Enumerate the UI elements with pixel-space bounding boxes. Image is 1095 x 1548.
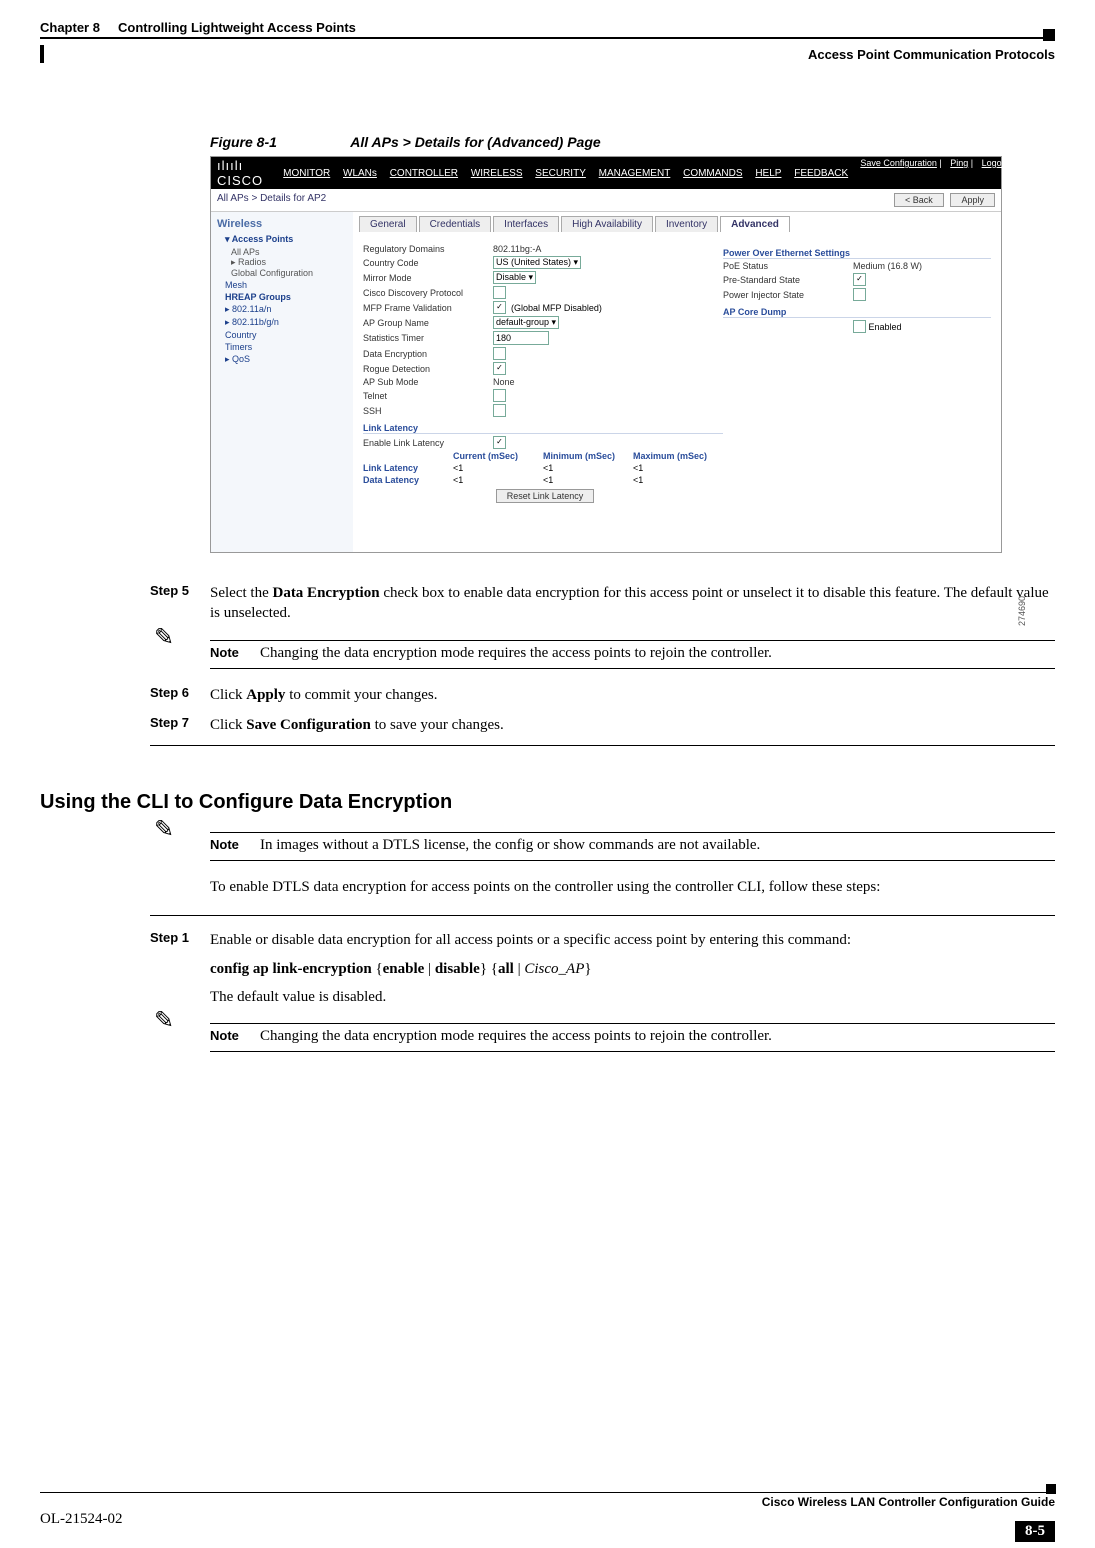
cdp-checkbox[interactable] (493, 286, 506, 299)
end-rule (150, 745, 1055, 746)
back-button[interactable]: < Back (894, 193, 944, 207)
ssh-checkbox[interactable] (493, 404, 506, 417)
telnet-checkbox[interactable] (493, 389, 506, 402)
tab-advanced[interactable]: Advanced (720, 216, 790, 232)
step-5: Step 5 Select the Data Encryption check … (150, 583, 1055, 624)
page-subheader: Access Point Communication Protocols (40, 47, 1055, 64)
sidebar: Wireless ▾ Access Points All APs ▸ Radio… (211, 212, 353, 552)
tab-credentials[interactable]: Credentials (419, 216, 492, 232)
note-block-1: ✎ Note Changing the data encryption mode… (210, 640, 1055, 669)
note-block-2: ✎ Note In images without a DTLS license,… (210, 832, 1055, 861)
footer-book-title: Cisco Wireless LAN Controller Configurat… (762, 1495, 1055, 1509)
page-header: Chapter 8 Controlling Lightweight Access… (40, 20, 1055, 37)
step-7: Step 7 Click Save Configuration to save … (150, 715, 1055, 735)
breadcrumb: All APs > Details for AP2 (217, 193, 326, 207)
step-label: Step 5 (150, 583, 210, 624)
chapter-number: Chapter 8 (40, 20, 100, 35)
page-footer: Cisco Wireless LAN Controller Configurat… (40, 1492, 1055, 1528)
figure-title-text: All APs > Details for (Advanced) Page (350, 134, 600, 150)
top-links[interactable]: Save Configuration | Ping | Logout | Ref… (854, 158, 1049, 168)
step-6: Step 6 Click Apply to commit your change… (150, 685, 1055, 705)
mfp-checkbox[interactable]: ✓ (493, 301, 506, 314)
tab-inventory[interactable]: Inventory (655, 216, 718, 232)
sidebar-header: Wireless (217, 218, 347, 230)
tab-ha[interactable]: High Availability (561, 216, 653, 232)
header-rule (40, 37, 1055, 39)
data-encryption-checkbox[interactable] (493, 347, 506, 360)
apply-button[interactable]: Apply (950, 193, 995, 207)
mirror-select[interactable]: Disable ▾ (493, 271, 536, 284)
section-title: Access Point Communication Protocols (808, 47, 1055, 62)
prestd-checkbox[interactable]: ✓ (853, 273, 866, 286)
figure-caption: Figure 8-1 All APs > Details for (Advanc… (210, 134, 1055, 150)
note-block-3: ✎ Note Changing the data encryption mode… (210, 1023, 1055, 1052)
tab-interfaces[interactable]: Interfaces (493, 216, 559, 232)
rogue-checkbox[interactable]: ✓ (493, 362, 506, 375)
cli-intro: To enable DTLS data encryption for acces… (210, 877, 1055, 897)
cli-step-1: Step 1 Enable or disable data encryption… (150, 930, 1055, 1007)
injector-checkbox[interactable] (853, 288, 866, 301)
apgroup-select[interactable]: default-group ▾ (493, 316, 559, 329)
note-icon: ✎ (154, 626, 174, 650)
reset-latency-button[interactable]: Reset Link Latency (496, 489, 595, 503)
cisco-logo: ılıılıCISCO (217, 158, 263, 188)
note-icon: ✎ (154, 818, 174, 842)
link-latency-checkbox[interactable]: ✓ (493, 436, 506, 449)
footer-doc-id: OL-21524-02 (40, 1511, 123, 1528)
gui-screenshot: ılıılıCISCO MONITOR WLANs CONTROLLER WIR… (210, 156, 1002, 553)
tab-general[interactable]: General (359, 216, 417, 232)
tabs: General Credentials Interfaces High Avai… (353, 212, 1001, 232)
cli-heading: Using the CLI to Configure Data Encrypti… (40, 791, 1055, 814)
note-icon: ✎ (154, 1009, 174, 1033)
stats-timer-input[interactable] (493, 331, 549, 345)
main-menu[interactable]: MONITOR WLANs CONTROLLER WIRELESS SECURI… (283, 168, 858, 179)
rule (150, 915, 1055, 916)
chapter-title: Controlling Lightweight Access Points (118, 20, 356, 35)
sidebar-all-aps[interactable]: All APs (231, 247, 347, 257)
country-select[interactable]: US (United States) ▾ (493, 256, 581, 269)
figure-number: Figure 8-1 (210, 134, 277, 150)
figure-ref-number: 274690 (1017, 596, 1027, 626)
footer-page-number: 8-5 (1015, 1521, 1055, 1542)
coredump-checkbox[interactable] (853, 320, 866, 333)
